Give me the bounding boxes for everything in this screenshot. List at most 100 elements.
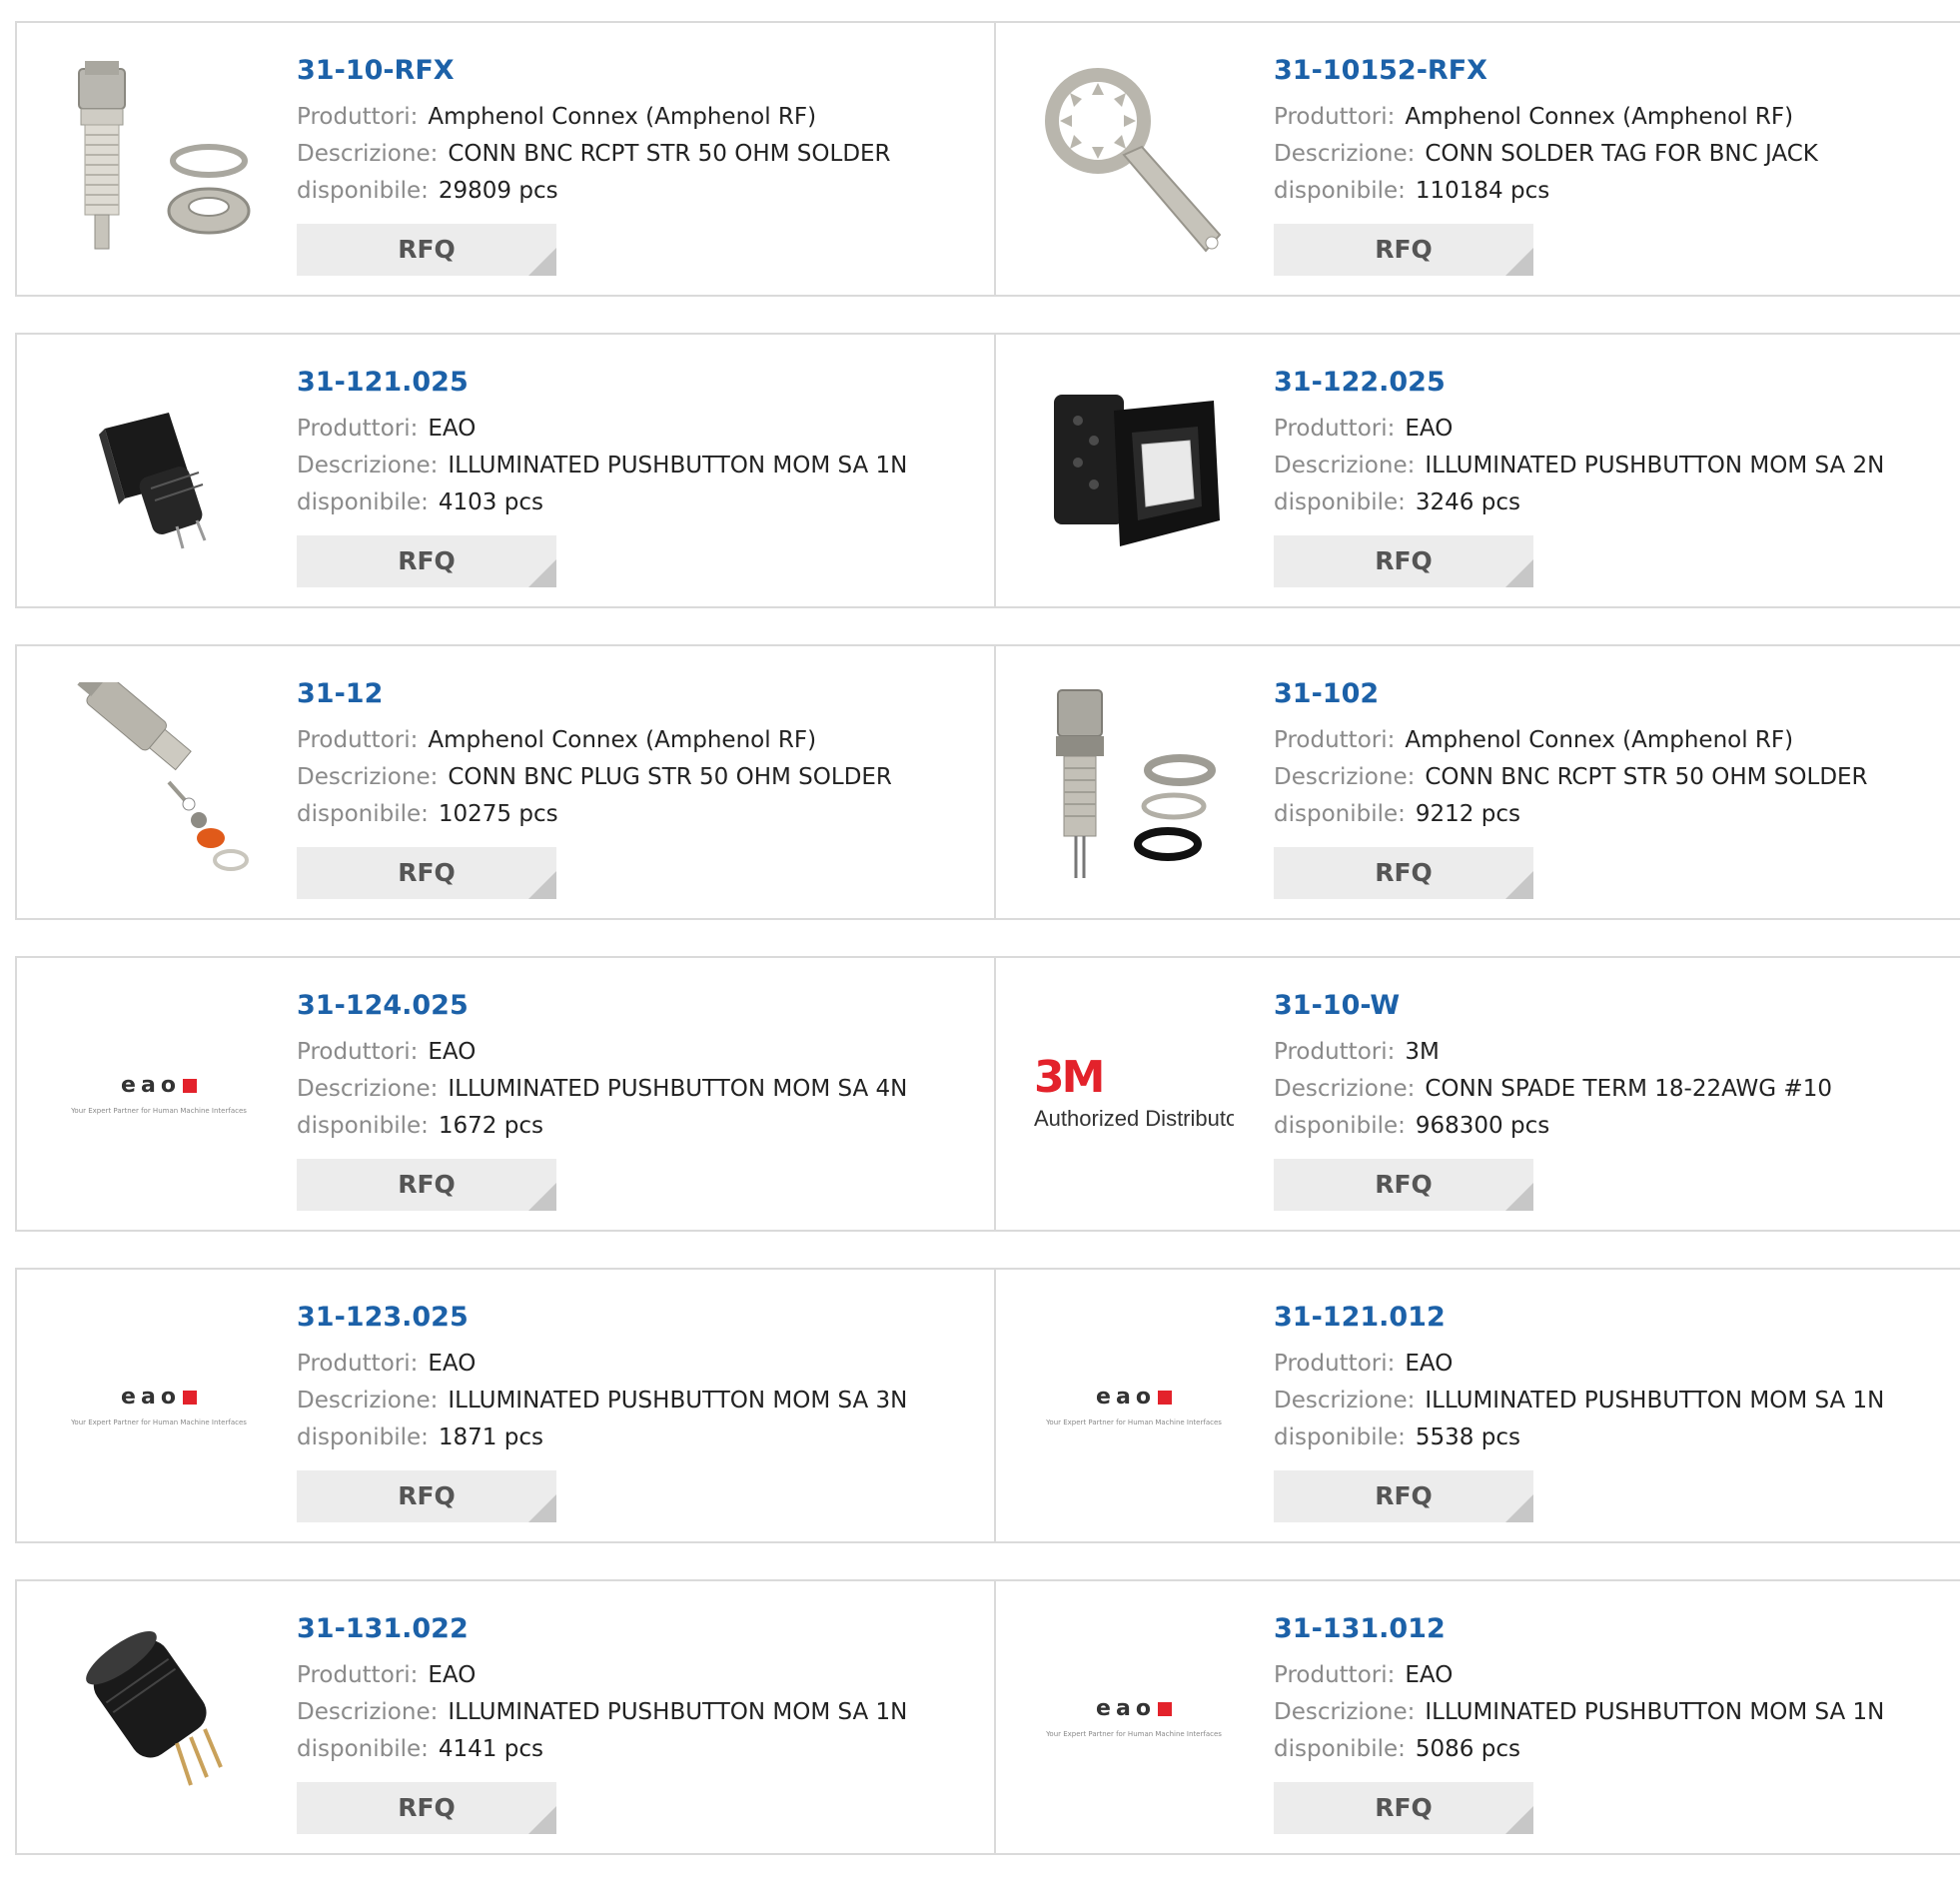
manufacturer-label: Produttori: <box>1274 727 1396 753</box>
availability-row: disponibile: 1672 pcs <box>297 1108 984 1145</box>
solder-tag-icon[interactable] <box>1034 59 1234 259</box>
eao-logo[interactable]: eao Your Expert Partner for Human Machin… <box>59 1306 259 1505</box>
part-number-link[interactable]: 31-10152-RFX <box>1274 53 1950 93</box>
eao-wordmark: eao <box>1096 1696 1172 1721</box>
availability-value: 4141 pcs <box>438 1736 543 1762</box>
rfq-button[interactable]: RFQ <box>1274 535 1533 587</box>
availability-row: disponibile: 968300 pcs <box>1274 1108 1950 1145</box>
availability-label: disponibile: <box>297 1424 429 1450</box>
description-row: Descrizione: CONN BNC PLUG STR 50 OHM SOL… <box>297 759 984 796</box>
rfq-button[interactable]: RFQ <box>297 535 556 587</box>
corner-triangle-icon <box>528 1494 556 1522</box>
product-card: 31-121.025 Produttori: EAO Descrizione: IL… <box>17 335 994 606</box>
manufacturer-row: Produttori: Amphenol Connex (Amphenol RF) <box>297 722 984 759</box>
rfq-label: RFQ <box>398 1793 456 1822</box>
corner-triangle-icon <box>1505 248 1533 276</box>
corner-triangle-icon <box>528 1183 556 1211</box>
manufacturer-value: EAO <box>428 1662 477 1688</box>
product-card: eao Your Expert Partner for Human Machin… <box>994 1270 1960 1541</box>
manufacturer-value: EAO <box>1405 416 1454 442</box>
part-number-link[interactable]: 31-121.012 <box>1274 1300 1950 1340</box>
rfq-label: RFQ <box>1375 1481 1433 1510</box>
description-row: Descrizione: ILLUMINATED PUSHBUTTON MOM S… <box>297 1694 984 1731</box>
eao-logo[interactable]: eao Your Expert Partner for Human Machin… <box>1034 1617 1234 1817</box>
rfq-button[interactable]: RFQ <box>1274 1159 1533 1211</box>
eao-tagline: Your Expert Partner for Human Machine In… <box>1046 1730 1222 1738</box>
rfq-button[interactable]: RFQ <box>297 1782 556 1834</box>
manufacturer-row: Produttori: Amphenol Connex (Amphenol RF) <box>297 99 984 136</box>
description-label: Descrizione: <box>1274 1388 1416 1414</box>
description-value: CONN SOLDER TAG FOR BNC JACK <box>1425 141 1818 167</box>
eao-logo[interactable]: eao Your Expert Partner for Human Machin… <box>1034 1306 1234 1505</box>
rfq-button[interactable]: RFQ <box>1274 1470 1533 1522</box>
part-number-link[interactable]: 31-131.022 <box>297 1611 984 1651</box>
availability-value: 110184 pcs <box>1415 178 1550 204</box>
bnc-receptacle-icon[interactable] <box>1034 682 1234 882</box>
availability-value: 1871 pcs <box>438 1424 543 1450</box>
availability-row: disponibile: 3246 pcs <box>1274 484 1950 521</box>
description-row: Descrizione: CONN SOLDER TAG FOR BNC JACK <box>1274 136 1950 173</box>
bnc-receptacle-icon[interactable] <box>59 59 259 259</box>
bnc-plug-icon[interactable] <box>59 682 259 882</box>
availability-row: disponibile: 4141 pcs <box>297 1731 984 1768</box>
part-number-link[interactable]: 31-131.012 <box>1274 1611 1950 1651</box>
description-label: Descrizione: <box>1274 141 1416 167</box>
availability-value: 1672 pcs <box>438 1113 543 1139</box>
part-number-link[interactable]: 31-124.025 <box>297 988 984 1028</box>
availability-value: 968300 pcs <box>1415 1113 1550 1139</box>
rfq-button[interactable]: RFQ <box>1274 224 1533 276</box>
description-value: CONN BNC PLUG STR 50 OHM SOLDER <box>448 764 892 790</box>
round-pushbutton-icon[interactable] <box>59 1617 259 1817</box>
rfq-button[interactable]: RFQ <box>297 847 556 899</box>
rfq-button[interactable]: RFQ <box>1274 1782 1533 1834</box>
corner-triangle-icon <box>1505 1806 1533 1834</box>
product-row: 31-121.025 Produttori: EAO Descrizione: IL… <box>15 333 1960 608</box>
product-row: 31-12 Produttori: Amphenol Connex (Amphen… <box>15 644 1960 920</box>
part-number-link[interactable]: 31-123.025 <box>297 1300 984 1340</box>
description-label: Descrizione: <box>297 141 439 167</box>
rfq-button[interactable]: RFQ <box>297 224 556 276</box>
eao-logo[interactable]: eao Your Expert Partner for Human Machin… <box>59 994 259 1194</box>
product-info: 31-131.012 Produttori: EAO Descrizione: IL… <box>1274 1611 1950 1834</box>
pushbutton-square-icon[interactable] <box>1034 371 1234 570</box>
manufacturer-label: Produttori: <box>1274 416 1396 442</box>
description-label: Descrizione: <box>297 1388 439 1414</box>
product-card: 31-12 Produttori: Amphenol Connex (Amphen… <box>17 646 994 918</box>
availability-label: disponibile: <box>1274 178 1406 204</box>
manufacturer-label: Produttori: <box>1274 104 1396 130</box>
part-number-link[interactable]: 31-122.025 <box>1274 365 1950 405</box>
part-number-link[interactable]: 31-10-RFX <box>297 53 984 93</box>
manufacturer-label: Produttori: <box>297 1351 419 1377</box>
part-number-link[interactable]: 31-121.025 <box>297 365 984 405</box>
rfq-button[interactable]: RFQ <box>1274 847 1533 899</box>
product-info: 31-124.025 Produttori: EAO Descrizione: IL… <box>297 988 984 1211</box>
description-value: CONN BNC RCPT STR 50 OHM SOLDER <box>1425 764 1868 790</box>
description-label: Descrizione: <box>297 764 439 790</box>
manufacturer-row: Produttori: EAO <box>297 411 984 448</box>
rfq-button[interactable]: RFQ <box>297 1470 556 1522</box>
availability-label: disponibile: <box>1274 489 1406 515</box>
description-row: Descrizione: ILLUMINATED PUSHBUTTON MOM S… <box>297 1383 984 1419</box>
description-label: Descrizione: <box>297 1076 439 1102</box>
manufacturer-label: Produttori: <box>297 1039 419 1065</box>
corner-triangle-icon <box>1505 871 1533 899</box>
availability-row: disponibile: 9212 pcs <box>1274 796 1950 833</box>
part-number-link[interactable]: 31-102 <box>1274 676 1950 716</box>
rfq-label: RFQ <box>1375 1793 1433 1822</box>
product-grid: 31-10-RFX Produttori: Amphenol Connex (Am… <box>15 21 1960 1891</box>
manufacturer-value: EAO <box>428 416 477 442</box>
availability-label: disponibile: <box>297 1736 429 1762</box>
description-label: Descrizione: <box>1274 453 1416 478</box>
corner-triangle-icon <box>1505 1494 1533 1522</box>
3m-authorized-text: Authorized Distributor <box>1034 1106 1234 1131</box>
rfq-label: RFQ <box>1375 235 1433 264</box>
pushbutton-icon[interactable] <box>59 371 259 570</box>
part-number-link[interactable]: 31-12 <box>297 676 984 716</box>
product-card: 31-102 Produttori: Amphenol Connex (Amphe… <box>994 646 1960 918</box>
part-number-link[interactable]: 31-10-W <box>1274 988 1950 1028</box>
manufacturer-row: Produttori: Amphenol Connex (Amphenol RF) <box>1274 99 1950 136</box>
rfq-button[interactable]: RFQ <box>297 1159 556 1211</box>
description-row: Descrizione: CONN BNC RCPT STR 50 OHM SOL… <box>297 136 984 173</box>
3m-logo[interactable]: 3M Authorized Distributor <box>1034 994 1234 1194</box>
manufacturer-value: EAO <box>1405 1351 1454 1377</box>
